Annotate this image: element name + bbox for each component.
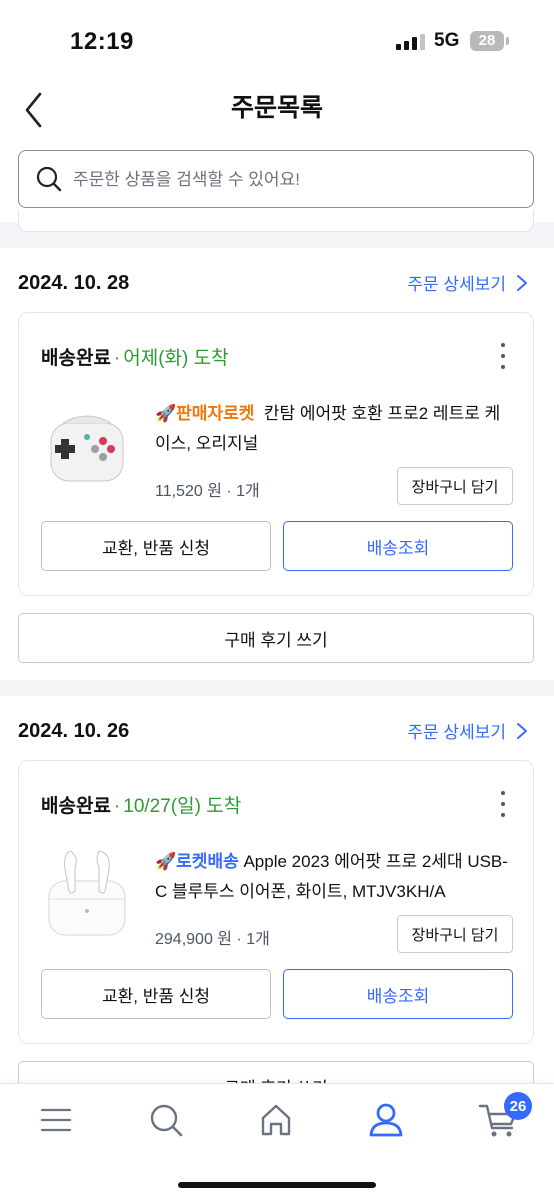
profile-icon[interactable] xyxy=(364,1098,408,1142)
arrival-date: 10/27(일) 도착 xyxy=(123,796,242,817)
product-thumbnail[interactable] xyxy=(37,395,137,505)
home-indicator xyxy=(178,1182,376,1188)
product-thumbnail[interactable] xyxy=(37,839,137,949)
order-group: 2024. 10. 26 주문 상세보기 배송완료 · 10/27(일) 도착 🚀로… xyxy=(0,696,554,1111)
top-header: 주문목록 xyxy=(0,80,554,140)
battery-cap xyxy=(506,37,509,45)
delivery-status: 배송완료 · 어제(화) 도착 xyxy=(41,343,229,370)
add-to-cart-button[interactable]: 장바구니 담기 xyxy=(397,467,513,505)
search-icon[interactable] xyxy=(144,1098,188,1142)
price: 294,900 원 xyxy=(155,931,233,948)
quantity: 1개 xyxy=(236,483,260,500)
page-title: 주문목록 xyxy=(230,94,323,122)
search-box[interactable] xyxy=(18,150,534,209)
previous-card-edge xyxy=(18,210,534,232)
delivery-status-label: 배송완료 xyxy=(41,348,111,369)
status-separator: · xyxy=(113,796,121,817)
more-options-button[interactable] xyxy=(499,343,507,369)
add-to-cart-button[interactable]: 장바구니 담기 xyxy=(397,915,513,953)
cart-count-badge: 26 xyxy=(504,1092,532,1120)
badge-label: 로켓배송 xyxy=(176,852,239,871)
order-group: 2024. 10. 28 주문 상세보기 배송완료 · 어제(화) 도착 🚀판매자로… xyxy=(0,248,554,680)
more-options-button[interactable] xyxy=(499,791,507,817)
delivery-status-label: 배송완료 xyxy=(41,796,111,817)
price: 11,520 원 xyxy=(155,483,222,500)
write-review-button[interactable]: 구매 후기 쓰기 xyxy=(18,613,534,663)
price-quantity: 11,520 원 · 1개 xyxy=(155,483,260,500)
order-card: 배송완료 · 어제(화) 도착 🚀판매자로켓 칸탐 에어팟 호환 프로2 레트로 케… xyxy=(18,312,534,596)
status-separator: · xyxy=(113,348,121,369)
order-date: 2024. 10. 28 xyxy=(18,272,130,294)
status-bar: 12:19 5G 28 xyxy=(0,0,554,80)
home-icon[interactable] xyxy=(254,1098,298,1142)
battery-icon: 28 xyxy=(470,31,504,51)
seller-rocket-badge: 🚀판매자로켓 xyxy=(155,404,255,423)
delivery-status: 배송완료 · 10/27(일) 도착 xyxy=(41,791,241,818)
battery-level: 28 xyxy=(478,32,496,49)
order-date: 2024. 10. 26 xyxy=(18,720,130,742)
badge-label: 판매자로켓 xyxy=(176,404,255,423)
order-detail-link[interactable]: 주문 상세보기 xyxy=(407,718,528,743)
network-label: 5G xyxy=(434,30,460,51)
price-quantity: 294,900 원 · 1개 xyxy=(155,931,270,948)
order-detail-link[interactable]: 주문 상세보기 xyxy=(407,270,528,295)
order-detail-label: 주문 상세보기 xyxy=(407,723,506,742)
track-delivery-button[interactable]: 배송조회 xyxy=(283,969,513,1019)
product-info[interactable]: 🚀판매자로켓 칸탐 에어팟 호환 프로2 레트로 케이스, 오리지널 xyxy=(155,399,515,459)
track-delivery-button[interactable]: 배송조회 xyxy=(283,521,513,571)
product-info[interactable]: 🚀로켓배송 Apple 2023 에어팟 프로 2세대 USB-C 블루투스 이… xyxy=(155,847,515,907)
arrival-date: 어제(화) 도착 xyxy=(123,348,229,369)
order-detail-label: 주문 상세보기 xyxy=(407,275,506,294)
status-time: 12:19 xyxy=(70,28,134,55)
quantity: 1개 xyxy=(246,931,270,948)
search-icon xyxy=(36,166,62,192)
exchange-return-button[interactable]: 교환, 반품 신청 xyxy=(41,521,271,571)
chevron-right-icon xyxy=(517,722,527,739)
menu-icon[interactable] xyxy=(34,1098,78,1142)
order-card: 배송완료 · 10/27(일) 도착 🚀로켓배송 Apple 2023 에어팟 프로… xyxy=(18,760,534,1044)
exchange-return-button[interactable]: 교환, 반품 신청 xyxy=(41,969,271,1019)
chevron-right-icon xyxy=(517,274,527,291)
signal-icon xyxy=(396,34,426,50)
search-input[interactable] xyxy=(71,151,515,209)
rocket-delivery-badge: 🚀로켓배송 xyxy=(155,852,239,871)
